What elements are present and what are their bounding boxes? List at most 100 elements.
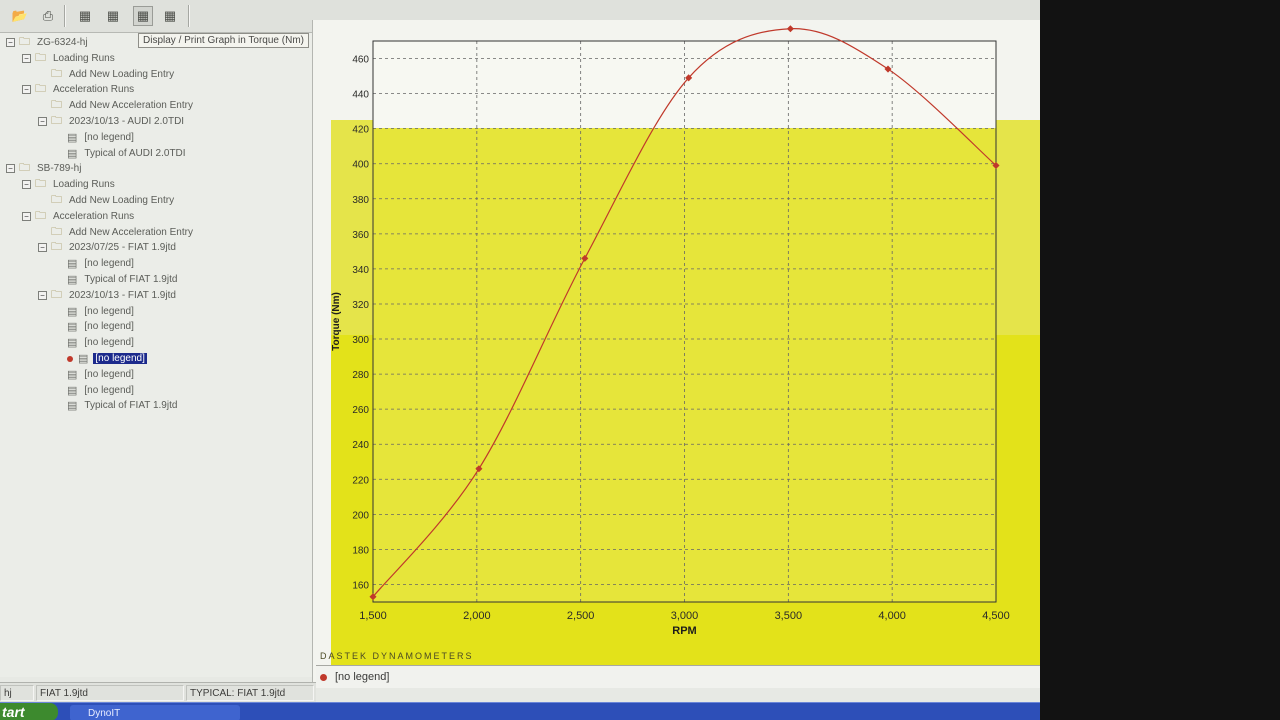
tree-node[interactable]: ▤ Typical of AUDI 2.0TDI <box>54 146 188 161</box>
tree-node-label: [no legend] <box>84 131 134 143</box>
tree-node[interactable]: − 🗀 2023/07/25 - FIAT 1.9jtd <box>38 240 178 255</box>
tree-node[interactable]: ▤ [no legend] <box>54 335 136 350</box>
tree-node[interactable]: − 🗀 SB-789-hj <box>6 161 83 176</box>
x-tick-label: 3,000 <box>671 610 699 622</box>
y-tick-label: 160 <box>352 580 369 591</box>
graph-icon[interactable]: ▦ <box>75 6 95 26</box>
collapse-toggle-icon[interactable]: − <box>22 85 31 95</box>
tree-node-label: SB-789-hj <box>37 163 82 175</box>
folder-icon: 🗀 <box>35 178 46 191</box>
tree-node[interactable]: − 🗀 Loading Runs <box>22 177 117 192</box>
y-tick-label: 400 <box>352 160 369 171</box>
toolbar-separator <box>64 5 66 27</box>
folder-icon: 🗀 <box>51 241 62 254</box>
tree-node[interactable]: − 🗀 Acceleration Runs <box>22 82 136 97</box>
monitor-bezel <box>1040 0 1280 720</box>
tree-node[interactable]: ▤ [no legend] <box>54 319 136 334</box>
tree-node[interactable]: 🗀 Add New Acceleration Entry <box>38 225 195 240</box>
tree-node[interactable]: 🗀 Add New Loading Entry <box>38 67 176 82</box>
folder-icon: 🗀 <box>51 67 62 80</box>
tree-node[interactable]: 🗀 Add New Acceleration Entry <box>38 98 195 113</box>
tree-node-label: Loading Runs <box>53 179 115 191</box>
tree-node[interactable]: 🗀 Add New Loading Entry <box>38 193 176 208</box>
typical-doc-icon: ▤ <box>67 274 78 286</box>
tree-node-label: ZG-6324-hj <box>37 37 88 48</box>
tree-node[interactable]: − 🗀 Loading Runs <box>22 51 117 66</box>
folder-open-icon[interactable]: 📂 <box>10 6 30 26</box>
tree-node-label: Loading Runs <box>53 52 115 64</box>
legend-strip: [no legend] <box>316 665 1040 688</box>
tree-node[interactable]: − 🗀 2023/10/13 - FIAT 1.9jtd <box>38 288 178 303</box>
graph-icon[interactable]: ▦ <box>103 6 123 26</box>
status-bar: hj FIAT 1.9jtd TYPICAL: FIAT 1.9jtd <box>0 682 316 702</box>
tree-node-label: Typical of FIAT 1.9jtd <box>84 274 178 285</box>
x-axis-label: RPM <box>672 625 696 637</box>
tree-node-label: 2023/10/13 - FIAT 1.9jtd <box>69 289 176 301</box>
y-tick-label: 240 <box>352 440 369 451</box>
y-tick-label: 200 <box>352 510 369 521</box>
tree-node[interactable]: ▤ [no legend] <box>54 383 136 398</box>
x-tick-label: 4,500 <box>982 610 1010 622</box>
tree-node-label: Acceleration Runs <box>53 210 135 222</box>
y-tick-label: 380 <box>352 195 369 206</box>
tree-node[interactable]: − 🗀 ZG-6324-hj <box>6 35 90 50</box>
collapse-toggle-icon[interactable]: − <box>22 180 31 190</box>
run-doc-icon: ▤ <box>67 384 78 397</box>
print-icon[interactable]: ⎙ <box>38 6 58 26</box>
y-axis-label: Torque (Nm) <box>331 292 342 351</box>
tree-node[interactable]: ▤ [no legend] <box>54 256 136 271</box>
tree-node[interactable]: ▤ [no legend] <box>54 304 136 319</box>
y-tick-label: 440 <box>352 90 369 101</box>
y-tick-label: 260 <box>352 405 369 416</box>
tree-pane: − 🗀 ZG-6324-hj − 🗀 Loading Runs 🗀 Add New Loadi… <box>0 33 312 677</box>
y-tick-label: 340 <box>352 265 369 276</box>
tree-node[interactable]: ▤ Typical of FIAT 1.9jtd <box>54 398 179 413</box>
tree-node-label: [no legend] <box>84 258 134 270</box>
collapse-toggle-icon[interactable]: − <box>38 243 47 253</box>
typical-doc-icon: ▤ <box>67 400 78 413</box>
y-tick-label: 220 <box>352 475 369 486</box>
graph-select-icon[interactable]: ▦ <box>133 6 153 26</box>
collapse-toggle-icon[interactable]: − <box>22 53 31 63</box>
run-doc-icon: ▤ <box>67 337 78 350</box>
x-tick-label: 1,500 <box>359 610 387 622</box>
tree-node[interactable]: − 🗀 2023/10/13 - AUDI 2.0TDI <box>38 114 186 129</box>
tree-node-label: Add New Acceleration Entry <box>69 100 193 112</box>
tree-node[interactable]: ▤ Typical of FIAT 1.9jtd <box>54 272 179 287</box>
status-cell-user: hj <box>0 685 34 701</box>
collapse-toggle-icon[interactable]: − <box>6 38 15 47</box>
collapse-toggle-icon[interactable]: − <box>6 164 15 174</box>
collapse-toggle-icon[interactable]: − <box>38 290 47 300</box>
tree-node-label: Add New Loading Entry <box>69 68 175 80</box>
x-tick-label: 2,500 <box>567 610 595 622</box>
tree-node-label: Typical of FIAT 1.9jtd <box>84 400 178 412</box>
y-tick-label: 420 <box>352 125 369 136</box>
folder-icon: 🗀 <box>35 51 46 64</box>
y-tick-label: 460 <box>352 55 369 66</box>
tree-node-label: [no legend] <box>84 321 134 333</box>
tree-node[interactable]: ▤ [no legend] <box>54 130 136 145</box>
toolbar-separator <box>188 5 190 27</box>
tree-node[interactable]: ▤ [no legend] <box>54 351 147 366</box>
tooltip: Display / Print Graph in Torque (Nm) <box>138 33 309 48</box>
torque-chart: 160 180 200 220 240 260 280 300 320 340 360 380 400 4… <box>313 20 1040 688</box>
tree-node[interactable]: ▤ [no legend] <box>54 367 136 382</box>
taskbar-app-button[interactable]: DynoIT <box>70 705 240 720</box>
tree-node-label: [no legend] <box>84 384 134 396</box>
y-tick-label: 280 <box>352 370 369 381</box>
active-run-dot-icon <box>67 355 73 362</box>
graph-icon[interactable]: ▦ <box>160 6 180 26</box>
tree-node-label: 2023/10/13 - AUDI 2.0TDI <box>69 116 185 127</box>
typical-doc-icon: ▤ <box>67 147 78 160</box>
folder-icon: 🗀 <box>19 162 30 175</box>
collapse-toggle-icon[interactable]: − <box>22 211 31 221</box>
y-tick-label: 300 <box>352 335 369 346</box>
tree-node-label: 2023/07/25 - FIAT 1.9jtd <box>69 242 176 254</box>
start-button[interactable]: tart <box>0 703 58 720</box>
y-tick-label: 320 <box>352 300 369 311</box>
collapse-toggle-icon[interactable]: − <box>38 117 47 126</box>
tree-node[interactable]: − 🗀 Acceleration Runs <box>22 209 136 224</box>
run-doc-icon: ▤ <box>78 353 89 365</box>
tree-node-label: Add New Acceleration Entry <box>69 226 193 238</box>
taskbar: tart DynoIT <box>0 702 1040 720</box>
